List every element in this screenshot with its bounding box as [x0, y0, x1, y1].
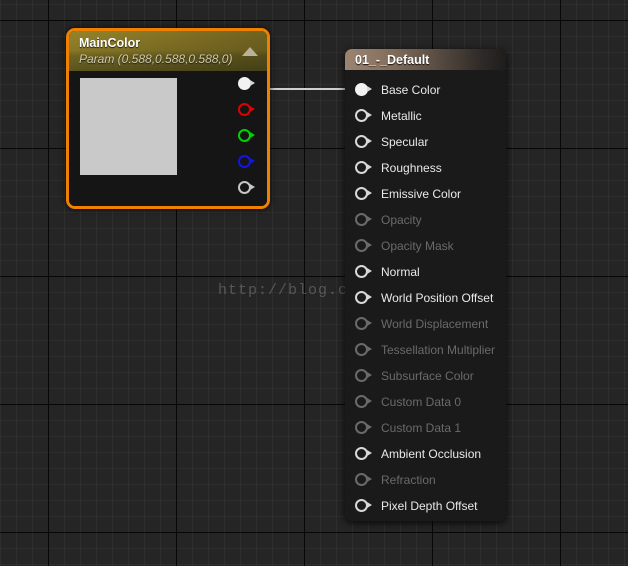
output-pin-a[interactable]: [238, 181, 258, 195]
pin-arrow-icon: [367, 138, 372, 144]
pin-socket-icon[interactable]: [355, 239, 375, 253]
pin-arrow-icon: [250, 132, 255, 138]
pin-socket-icon[interactable]: [355, 369, 375, 383]
output-pin-rgba[interactable]: [238, 77, 258, 91]
output-pin-b[interactable]: [238, 155, 258, 169]
pin-arrow-icon: [367, 450, 372, 456]
input-pin-label: Pixel Depth Offset: [381, 499, 478, 513]
pin-socket-icon[interactable]: [355, 395, 375, 409]
pin-arrow-icon: [250, 106, 255, 112]
node-material-output[interactable]: 01_-_Default Base Color Metallic Specular R…: [345, 49, 506, 521]
input-pin-label: Emissive Color: [381, 187, 462, 201]
node-header[interactable]: MainColor Param (0.588,0.588,0.588,0): [69, 31, 267, 71]
pin-arrow-icon: [367, 294, 372, 300]
input-pin-label: World Displacement: [381, 317, 489, 331]
pin-arrow-icon: [367, 190, 372, 196]
pin-arrow-icon: [250, 158, 255, 164]
node-title: 01_-_Default: [355, 53, 430, 67]
output-pin-list: [238, 77, 258, 195]
input-pin-label: Tessellation Multiplier: [381, 343, 496, 357]
node-main-color[interactable]: MainColor Param (0.588,0.588,0.588,0): [66, 28, 270, 209]
pin-socket-icon[interactable]: [355, 317, 375, 331]
pin-socket-icon[interactable]: [355, 213, 375, 227]
pin-arrow-icon: [367, 112, 372, 118]
pin-arrow-icon: [367, 268, 372, 274]
node-body: [69, 71, 267, 206]
input-pin-base-color[interactable]: Base Color: [345, 77, 506, 103]
input-pin-label: Subsurface Color: [381, 369, 474, 383]
pin-socket-icon[interactable]: [355, 447, 375, 461]
pin-arrow-icon: [367, 320, 372, 326]
node-title: MainColor: [79, 36, 141, 50]
input-pin-opacity[interactable]: Opacity: [345, 207, 506, 233]
pin-arrow-icon: [367, 164, 372, 170]
pin-socket-icon[interactable]: [355, 473, 375, 487]
pin-socket-icon[interactable]: [355, 83, 375, 97]
input-pin-label: Roughness: [381, 161, 442, 175]
triangle-up-icon[interactable]: [242, 47, 258, 56]
pin-socket-icon[interactable]: [355, 499, 375, 513]
input-pin-label: Opacity: [381, 213, 422, 227]
pin-socket-icon[interactable]: [355, 109, 375, 123]
pin-arrow-icon: [367, 216, 372, 222]
pin-arrow-icon: [250, 80, 255, 86]
input-pin-label: Ambient Occlusion: [381, 447, 482, 461]
input-pin-custom-data-1[interactable]: Custom Data 1: [345, 415, 506, 441]
pin-arrow-icon: [250, 184, 255, 190]
input-pin-emissive-color[interactable]: Emissive Color: [345, 181, 506, 207]
pin-socket-icon[interactable]: [355, 421, 375, 435]
pin-arrow-icon: [367, 476, 372, 482]
pin-arrow-icon: [367, 502, 372, 508]
input-pin-roughness[interactable]: Roughness: [345, 155, 506, 181]
input-pin-metallic[interactable]: Metallic: [345, 103, 506, 129]
input-pin-world-position-offset[interactable]: World Position Offset: [345, 285, 506, 311]
pin-arrow-icon: [367, 424, 372, 430]
input-pin-label: Base Color: [381, 83, 441, 97]
input-pin-subsurface-color[interactable]: Subsurface Color: [345, 363, 506, 389]
input-pin-specular[interactable]: Specular: [345, 129, 506, 155]
input-pin-normal[interactable]: Normal: [345, 259, 506, 285]
color-swatch[interactable]: [80, 78, 177, 175]
input-pin-refraction[interactable]: Refraction: [345, 467, 506, 493]
input-pin-label: Custom Data 0: [381, 395, 462, 409]
output-pin-g[interactable]: [238, 129, 258, 143]
input-pin-opacity-mask[interactable]: Opacity Mask: [345, 233, 506, 259]
input-pin-label: Metallic: [381, 109, 422, 123]
pin-socket-icon[interactable]: [355, 161, 375, 175]
output-pin-r[interactable]: [238, 103, 258, 117]
input-pin-list: Base Color Metallic Specular Roughness Emiss…: [345, 70, 506, 521]
input-pin-label: World Position Offset: [381, 291, 494, 305]
input-pin-custom-data-0[interactable]: Custom Data 0: [345, 389, 506, 415]
pin-arrow-icon: [367, 86, 372, 92]
node-header[interactable]: 01_-_Default: [345, 49, 506, 70]
input-pin-label: Specular: [381, 135, 429, 149]
pin-socket-icon[interactable]: [355, 265, 375, 279]
node-subtitle: Param (0.588,0.588,0.588,0): [79, 52, 233, 66]
input-pin-label: Opacity Mask: [381, 239, 454, 253]
input-pin-label: Custom Data 1: [381, 421, 462, 435]
pin-arrow-icon: [367, 372, 372, 378]
pin-arrow-icon: [367, 398, 372, 404]
pin-socket-icon[interactable]: [355, 187, 375, 201]
input-pin-tessellation-multiplier[interactable]: Tessellation Multiplier: [345, 337, 506, 363]
pin-arrow-icon: [367, 242, 372, 248]
input-pin-ambient-occlusion[interactable]: Ambient Occlusion: [345, 441, 506, 467]
pin-socket-icon[interactable]: [355, 343, 375, 357]
pin-arrow-icon: [367, 346, 372, 352]
input-pin-world-displacement[interactable]: World Displacement: [345, 311, 506, 337]
input-pin-label: Refraction: [381, 473, 436, 487]
input-pin-label: Normal: [381, 265, 420, 279]
pin-socket-icon[interactable]: [355, 135, 375, 149]
pin-socket-icon[interactable]: [355, 291, 375, 305]
input-pin-pixel-depth-offset[interactable]: Pixel Depth Offset: [345, 493, 506, 519]
